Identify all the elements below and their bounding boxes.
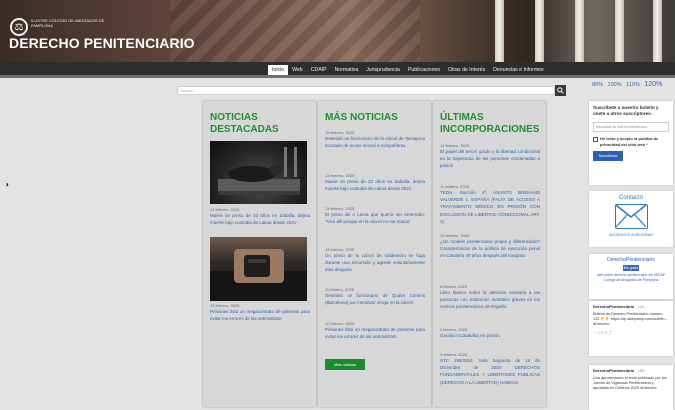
privacy-checkbox-row[interactable]: He leído y acepto la política de privaci… bbox=[593, 136, 669, 147]
list-item[interactable]: 14 febrero, 2025 El papel del tercer gra… bbox=[440, 143, 540, 170]
tweet-time: · 15h bbox=[635, 368, 645, 373]
list-item[interactable]: 3 febrero, 2025 STC 199/2024, Sala Segun… bbox=[440, 352, 540, 386]
font-size-100[interactable]: 100% bbox=[608, 82, 622, 88]
nav-item-inicio[interactable]: Inicio bbox=[268, 65, 289, 75]
list-item[interactable]: 4 febrero, 2025 Gaudaci (Cataluña) en pr… bbox=[440, 327, 540, 339]
facebook-widget: DerechoPenitenciario Me gusta web sobre … bbox=[589, 254, 673, 299]
noticias-destacadas-column: NOTICIAS DESTACADAS 13 febrero, 2025 Mue… bbox=[203, 101, 316, 407]
search-input[interactable]: Buscar... bbox=[177, 86, 555, 95]
column-title: NOTICIAS DESTACADAS bbox=[210, 112, 279, 135]
list-item[interactable]: 13 febrero, 2025 Muere un preso de 33 añ… bbox=[210, 207, 310, 226]
list-item[interactable]: 11 febrero, 2025 TEDH, Sección 4ª, ASUNT… bbox=[440, 184, 540, 225]
college-logo-icon[interactable]: ⚖ bbox=[10, 18, 28, 36]
banner-prison-bars bbox=[455, 0, 675, 62]
news-title-link[interactable]: Muere un preso de 33 años en Zaballa, de… bbox=[325, 178, 425, 192]
search-button[interactable] bbox=[555, 85, 566, 96]
contact-title: Contacto bbox=[618, 195, 643, 201]
tweet-card[interactable]: DerechoPenitenciario · 14h Boletín de De… bbox=[589, 301, 673, 356]
privacy-checkbox-label: He leído y acepto la política de privaci… bbox=[600, 136, 659, 147]
search-icon bbox=[557, 87, 564, 94]
tweet-card[interactable]: DerechoPenitenciario · 15h Una aproximac… bbox=[589, 365, 673, 410]
font-size-120[interactable]: 120% bbox=[644, 81, 662, 88]
list-item[interactable]: 13 febrero, 2025 Muere un preso de 33 añ… bbox=[325, 173, 425, 192]
tweet-user[interactable]: DerechoPenitenciario bbox=[593, 368, 634, 373]
newsletter-widget: Suscríbete a nuestro boletín y únete a o… bbox=[589, 101, 673, 185]
more-news-button[interactable]: Más noticias bbox=[325, 359, 365, 370]
banner-stone-texture bbox=[170, 0, 420, 62]
nav-item-otras[interactable]: Otras de Interés bbox=[444, 65, 489, 75]
tweet-header: DerechoPenitenciario · 14h bbox=[593, 304, 669, 309]
news-title-link[interactable]: Muere un preso de 33 años en Zaballa, de… bbox=[210, 212, 310, 226]
news-title-link[interactable]: Detenido un funcionario de la cárcel de … bbox=[325, 135, 425, 149]
list-item[interactable]: 15 febrero, 2025 Detenido un funcionario… bbox=[325, 130, 425, 149]
site-title[interactable]: DERECHO PENITENCIARIO bbox=[9, 35, 195, 51]
font-size-80[interactable]: 80% bbox=[592, 82, 603, 88]
facebook-description: web sobre derecho penitenciario del MICA… bbox=[596, 273, 666, 282]
news-title-link[interactable]: Un preso de la cárcel de Valdemoro se fu… bbox=[325, 252, 425, 274]
header-banner: ⚖ ILUSTRE COLEGIO DE ABOGADOS DE PAMPLON… bbox=[0, 0, 675, 62]
news-title-link[interactable]: Libro blanco sobre la atención sanitaria… bbox=[440, 289, 540, 311]
nav-item-publicaciones[interactable]: Publicaciones bbox=[404, 65, 444, 75]
list-item[interactable]: 13 febrero, 2025 El preso de A Lama que … bbox=[325, 206, 425, 225]
main-nav: Inicio Web CDAIP Normativa Jurisprudenci… bbox=[0, 62, 675, 78]
news-title-link[interactable]: El papel del tercer grado y la libertad … bbox=[440, 148, 540, 170]
list-item[interactable]: 12 febrero, 2025 Prisiones lista un mega… bbox=[210, 303, 310, 322]
mas-noticias-column: MÁS NOTICIAS 15 febrero, 2025 Detenido u… bbox=[318, 101, 431, 407]
tweet-user[interactable]: DerechoPenitenciario bbox=[593, 304, 634, 309]
tweet-text: Una aproximación al texto publicado por … bbox=[593, 376, 667, 390]
news-image-ankle-bracelet[interactable] bbox=[210, 237, 307, 301]
privacy-checkbox[interactable] bbox=[593, 137, 598, 142]
nav-item-cdaip[interactable]: CDAIP bbox=[307, 65, 331, 75]
list-item[interactable]: 11 febrero, 2025 Detenido un funcionario… bbox=[325, 287, 425, 306]
envelope-icon bbox=[615, 204, 648, 229]
tweet-text: Boletín de Derecho Penitenciario número … bbox=[593, 312, 668, 326]
ultimas-incorporaciones-column: ÚLTIMAS INCORPORACIONES 14 febrero, 2025… bbox=[433, 101, 546, 407]
list-item[interactable]: 10 febrero, 2025 ¿Un modelo penitenciari… bbox=[440, 233, 540, 260]
slider-prev-arrow-icon[interactable]: ◗ bbox=[5, 180, 10, 189]
nav-item-web[interactable]: Web bbox=[288, 65, 307, 75]
news-title-link[interactable]: STC 199/2024, Sala Segunda de 16 de Dici… bbox=[440, 357, 540, 386]
list-item[interactable]: 6 febrero, 2025 Libro blanco sobre la at… bbox=[440, 284, 540, 311]
nav-item-normativa[interactable]: Normativa bbox=[331, 65, 363, 75]
facebook-page-title[interactable]: DerechoPenitenciario bbox=[592, 257, 670, 263]
nav-item-denuncias[interactable]: Denuncias e Informes bbox=[489, 65, 547, 75]
list-item[interactable]: 10 febrero, 2025 Prisiones lista un mega… bbox=[325, 321, 425, 340]
contact-subtitle: AYÚDANOS A MEJORAR bbox=[609, 233, 653, 237]
list-item[interactable]: 13 febrero, 2025 Un preso de la cárcel d… bbox=[325, 247, 425, 274]
font-size-110[interactable]: 110% bbox=[626, 82, 640, 88]
column-title: MÁS NOTICIAS bbox=[325, 112, 398, 123]
news-title-link[interactable]: Gaudaci (Cataluña) en prisión. bbox=[440, 332, 540, 339]
column-title: ÚLTIMAS INCORPORACIONES bbox=[440, 112, 540, 135]
nav-item-jurisprudencia[interactable]: Jurisprudencia bbox=[362, 65, 404, 75]
tweet-actions[interactable]: ♡ 3 ↻ 3 ⤴ bbox=[593, 330, 669, 336]
news-title-link[interactable]: ¿Un modelo penitenciario propio y difere… bbox=[440, 238, 540, 260]
logo-text: ILUSTRE COLEGIO DE ABOGADOS DE PAMPLONA bbox=[31, 18, 105, 28]
news-title-link[interactable]: El preso de A Lama que quería ser enterr… bbox=[325, 211, 425, 225]
news-image-prisoner-bed[interactable] bbox=[210, 141, 307, 204]
font-size-controls: 80% 100% 110% 120% bbox=[592, 81, 665, 88]
news-title-link[interactable]: Prisiones lista un megacontrato de pulse… bbox=[210, 308, 310, 322]
tweet-time: · 14h bbox=[635, 304, 645, 309]
newsletter-text: Suscríbete a nuestro boletín y únete a o… bbox=[593, 105, 659, 116]
news-title-link[interactable]: TEDH, Sección 4ª, ASUNTO BRÉHAND VALVERD… bbox=[440, 189, 540, 225]
facebook-like-button[interactable]: Me gusta bbox=[623, 265, 639, 271]
news-title-link[interactable]: Detenido un funcionario de Quatre Camins… bbox=[325, 292, 425, 306]
news-title-link[interactable]: Prisiones lista un megacontrato de pulse… bbox=[325, 326, 425, 340]
subscribe-button[interactable]: Suscribirse bbox=[593, 151, 623, 161]
tweet-header: DerechoPenitenciario · 15h bbox=[593, 368, 669, 373]
email-field[interactable]: Introduce tu correo electrónico bbox=[593, 122, 669, 132]
contact-widget[interactable]: Contacto AYÚDANOS A MEJORAR bbox=[589, 191, 673, 247]
